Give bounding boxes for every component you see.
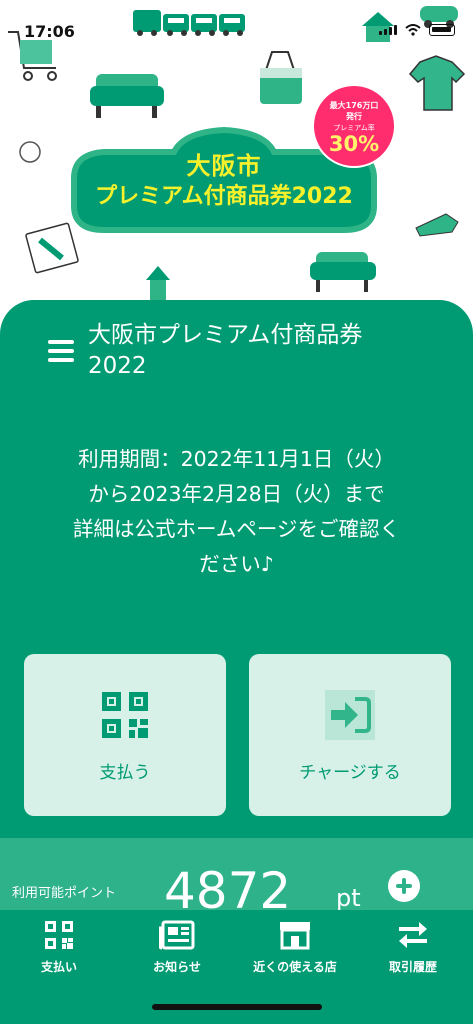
points-balance: 利用可能ポイント 4872 pt [0, 838, 473, 920]
nav-label-nearby-stores: 近くの使える店 [253, 960, 337, 974]
nav-label-pay: 支払い [40, 960, 77, 974]
status-bar: 17:06 [0, 0, 473, 50]
badge-issue-label: 発行 [346, 112, 362, 121]
main-panel: 大阪市プレミアム付商品券2022 利用期間：2022年11月1日（火） から20… [0, 300, 473, 920]
qr-code-icon [102, 692, 148, 738]
battery-icon [429, 24, 455, 36]
points-label: 利用可能ポイント [12, 886, 117, 901]
nav-label-news: お知らせ [153, 960, 201, 974]
status-icons [379, 24, 455, 36]
nav-item-history[interactable]: 取引履歴 [354, 920, 472, 975]
nav-label-history: 取引履歴 [388, 960, 437, 974]
pay-button-label: 支払う [99, 763, 151, 783]
notice-line-2: から2023年2月28日（火）まで [88, 482, 385, 506]
header-row: 大阪市プレミアム付商品券2022 [48, 320, 448, 382]
hero-banner: 17:06 大阪市 プレミアム付商品券2022 最大176万口 発行 プレミアム… [0, 0, 473, 310]
nav-item-pay[interactable]: 支払い [0, 920, 118, 975]
hamburger-menu-icon[interactable] [48, 340, 74, 382]
charge-button-label: チャージする [299, 763, 401, 783]
charge-button[interactable]: チャージする [249, 654, 451, 816]
qr-code-icon [45, 921, 73, 949]
store-icon [280, 922, 310, 950]
home-indicator[interactable] [152, 1004, 322, 1010]
notice-line-3: 詳細は公式ホームページをご確認く [73, 517, 400, 541]
badge-issue-count: 最大176万口 [329, 101, 379, 110]
premium-rate-badge: 最大176万口 発行 プレミアム率 30% [314, 86, 394, 166]
swap-arrows-icon [399, 922, 427, 948]
add-points-button[interactable] [388, 870, 420, 902]
notice-line-4: ださい♪ [199, 552, 274, 576]
pay-button[interactable]: 支払う [24, 654, 226, 816]
usage-period-notice: 利用期間：2022年11月1日（火） から2023年2月28日（火）まで 詳細は… [16, 442, 457, 582]
newspaper-icon [159, 920, 195, 950]
logo-line-2: プレミアム付商品券2022 [95, 184, 353, 209]
bottom-navigation: 支払い お知らせ 近くの使える店 取引履歴 [0, 910, 473, 1024]
page-title: 大阪市プレミアム付商品券2022 [88, 322, 363, 379]
notice-line-1: 利用期間：2022年11月1日（火） [78, 447, 395, 471]
nav-item-nearby-stores[interactable]: 近くの使える店 [236, 920, 354, 975]
points-unit: pt [336, 884, 361, 912]
nav-item-news[interactable]: お知らせ [118, 920, 236, 975]
status-time: 17:06 [24, 22, 75, 41]
cellular-signal-icon [379, 25, 397, 35]
wifi-icon [405, 24, 421, 36]
sign-in-arrow-icon [325, 690, 375, 740]
badge-rate-value: 30% [328, 132, 380, 156]
